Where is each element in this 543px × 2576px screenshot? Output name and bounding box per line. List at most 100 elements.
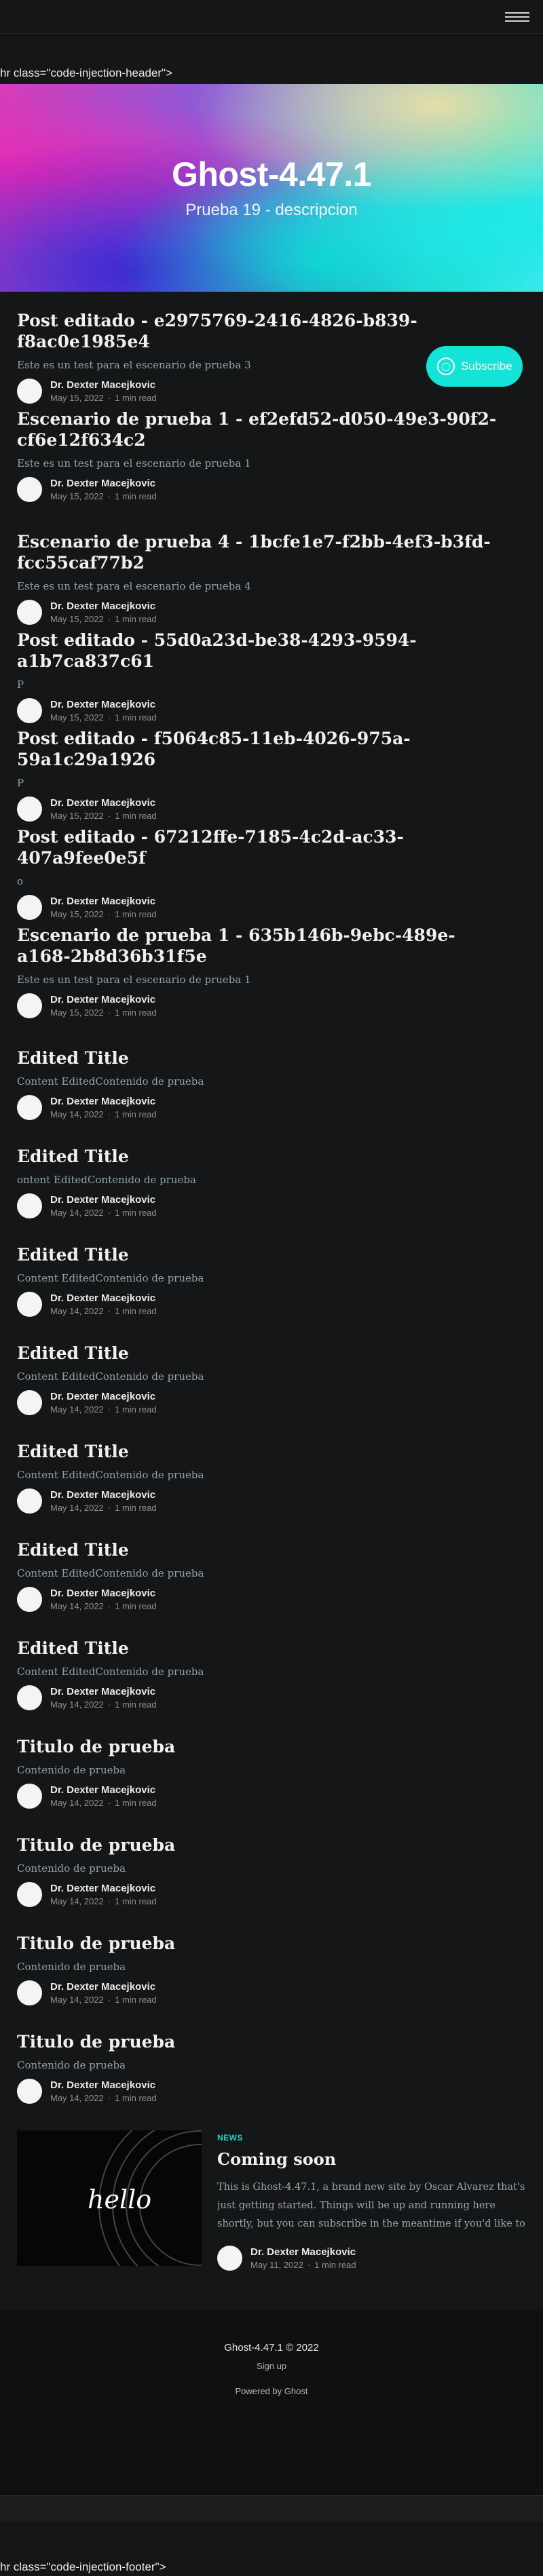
post-title[interactable]: Edited Title	[17, 1324, 499, 1364]
featured-image[interactable]: hello	[17, 2130, 202, 2266]
post-card[interactable]: Post editado - 55d0a23d-be38-4293-9594-a…	[17, 611, 499, 723]
author-avatar[interactable]	[17, 1193, 42, 1218]
post-card[interactable]: Escenario de prueba 4 - 1bcfe1e7-f2bb-4e…	[17, 513, 499, 625]
author-avatar[interactable]	[17, 2079, 42, 2104]
post-card[interactable]: Titulo de prueba Contenido de prueba Dr. D…	[17, 1915, 499, 2013]
featured-title[interactable]: Coming soon	[217, 2149, 526, 2169]
author-avatar[interactable]	[17, 1587, 42, 1612]
post-card[interactable]: Titulo de prueba Contenido de prueba Dr. D…	[17, 1816, 499, 1915]
post-card[interactable]: Edited Title Content EditedContenido de p…	[17, 1423, 499, 1521]
author-name[interactable]: Dr. Dexter Macejkovic	[250, 2246, 356, 2258]
footer-powered-by[interactable]: Powered by Ghost	[0, 2386, 543, 2396]
author-name[interactable]: Dr. Dexter Macejkovic	[50, 1883, 157, 1894]
author-name[interactable]: Dr. Dexter Macejkovic	[50, 994, 157, 1005]
post-excerpt: Este es un test para el escenario de pru…	[17, 457, 251, 469]
post-title[interactable]: Post editado - 67212ffe-7185-4c2d-ac33-4…	[17, 808, 499, 868]
author-avatar[interactable]	[17, 1095, 42, 1120]
author-name[interactable]: Dr. Dexter Macejkovic	[50, 1489, 157, 1501]
post-date: May 14, 2022	[50, 1601, 104, 1611]
post-title[interactable]: Escenario de prueba 1 - 635b146b-9ebc-48…	[17, 906, 499, 967]
post-title[interactable]: Escenario de prueba 4 - 1bcfe1e7-f2bb-4e…	[17, 513, 499, 573]
post-card[interactable]: Escenario de prueba 1 - 635b146b-9ebc-48…	[17, 906, 499, 1029]
author-name[interactable]: Dr. Dexter Macejkovic	[50, 1981, 157, 1993]
post-card[interactable]: Titulo de prueba Contenido de prueba Dr. D…	[17, 2013, 499, 2111]
post-title[interactable]: Edited Title	[17, 1619, 499, 1659]
post-card[interactable]: Post editado - e2975769-2416-4826-b839-f…	[17, 292, 499, 404]
author-name[interactable]: Dr. Dexter Macejkovic	[50, 1292, 157, 1304]
post-title[interactable]: Edited Title	[17, 1128, 499, 1167]
author-avatar[interactable]	[17, 1292, 42, 1317]
reading-time: 1 min read	[115, 1896, 157, 1906]
post-card[interactable]: Edited Title Content EditedContenido de p…	[17, 1226, 499, 1324]
reading-time: 1 min read	[115, 1109, 157, 1119]
post-meta: Dr. Dexter Macejkovic May 14, 2022 · 1 min …	[17, 1488, 499, 1514]
author-avatar[interactable]	[17, 1784, 42, 1809]
hamburger-menu-icon[interactable]	[505, 12, 529, 22]
post-date: May 14, 2022	[50, 1896, 104, 1906]
author-name[interactable]: Dr. Dexter Macejkovic	[50, 379, 157, 391]
post-meta: Dr. Dexter Macejkovic May 14, 2022 · 1 min …	[17, 1882, 499, 1907]
post-excerpt: Content EditedContenido de prueba	[17, 1469, 204, 1481]
author-name[interactable]: Dr. Dexter Macejkovic	[50, 1194, 157, 1206]
reading-time: 1 min read	[115, 1503, 157, 1513]
author-avatar[interactable]	[17, 1882, 42, 1907]
author-name[interactable]: Dr. Dexter Macejkovic	[50, 1588, 157, 1599]
post-title[interactable]: Post editado - 55d0a23d-be38-4293-9594-a…	[17, 611, 499, 672]
post-excerpt: Content EditedContenido de prueba	[17, 1567, 204, 1579]
post-title[interactable]: Escenario de prueba 1 - ef2efd52-d050-49…	[17, 390, 499, 450]
subscribe-label: Subscribe	[461, 360, 512, 372]
post-title[interactable]: Edited Title	[17, 1521, 499, 1560]
post-date: May 14, 2022	[50, 1699, 104, 1710]
reading-time: 1 min read	[115, 1995, 157, 2005]
author-avatar[interactable]	[17, 1390, 42, 1415]
post-excerpt: Content EditedContenido de prueba	[17, 1666, 204, 1678]
post-card[interactable]: Edited Title Content EditedContenido de p…	[17, 1521, 499, 1619]
author-avatar[interactable]	[17, 1980, 42, 2005]
subscribe-button[interactable]: ◯ Subscribe	[426, 346, 523, 387]
footer-signup-link[interactable]: Sign up	[0, 2361, 543, 2371]
author-name[interactable]: Dr. Dexter Macejkovic	[50, 478, 157, 489]
post-excerpt: Este es un test para el escenario de pru…	[17, 580, 251, 592]
author-name[interactable]: Dr. Dexter Macejkovic	[50, 1096, 157, 1107]
post-card[interactable]: Escenario de prueba 1 - ef2efd52-d050-49…	[17, 390, 499, 513]
post-card[interactable]: Titulo de prueba Contenido de prueba Dr. D…	[17, 1718, 499, 1816]
post-title[interactable]: Titulo de prueba	[17, 1718, 499, 1757]
post-title[interactable]: Titulo de prueba	[17, 2013, 499, 2052]
featured-post[interactable]: hello NEWS Coming soon This is Ghost-4.4…	[17, 2130, 526, 2271]
post-title[interactable]: Titulo de prueba	[17, 1816, 499, 1856]
author-name[interactable]: Dr. Dexter Macejkovic	[50, 1391, 157, 1402]
author-name[interactable]: Dr. Dexter Macejkovic	[50, 2079, 157, 2091]
post-title[interactable]: Edited Title	[17, 1423, 499, 1462]
author-avatar[interactable]	[17, 1488, 42, 1514]
author-avatar[interactable]	[17, 993, 42, 1018]
author-avatar[interactable]	[17, 1685, 42, 1710]
post-title[interactable]: Post editado - e2975769-2416-4826-b839-f…	[17, 292, 499, 352]
post-card[interactable]: Edited Title Content EditedContenido de p…	[17, 1324, 499, 1423]
author-avatar[interactable]	[17, 477, 42, 502]
post-title[interactable]: Titulo de prueba	[17, 1915, 499, 1954]
post-card[interactable]: Edited Title Content EditedContenido de p…	[17, 1029, 499, 1128]
post-title[interactable]: Post editado - f5064c85-11eb-4026-975a-5…	[17, 710, 499, 770]
post-meta: Dr. Dexter Macejkovic May 14, 2022 · 1 min …	[17, 1095, 499, 1120]
post-card[interactable]: Post editado - 67212ffe-7185-4c2d-ac33-4…	[17, 808, 499, 920]
post-date: May 14, 2022	[50, 1208, 104, 1218]
post-card[interactable]: Edited Title Content EditedContenido de p…	[17, 1619, 499, 1718]
post-tag[interactable]: NEWS	[217, 2133, 526, 2142]
author-name[interactable]: Dr. Dexter Macejkovic	[50, 797, 157, 809]
author-avatar[interactable]	[217, 2246, 242, 2271]
author-name[interactable]: Dr. Dexter Macejkovic	[50, 699, 157, 710]
post-meta: Dr. Dexter Macejkovic May 14, 2022 · 1 min …	[17, 1685, 499, 1710]
post-meta: Dr. Dexter Macejkovic May 14, 2022 · 1 min …	[17, 2079, 499, 2104]
post-excerpt: Este es un test para el escenario de pru…	[17, 974, 251, 986]
author-name[interactable]: Dr. Dexter Macejkovic	[50, 1784, 157, 1796]
author-name[interactable]: Dr. Dexter Macejkovic	[50, 896, 157, 907]
post-excerpt: Contenido de prueba	[17, 1862, 126, 1875]
author-name[interactable]: Dr. Dexter Macejkovic	[50, 600, 157, 612]
author-name[interactable]: Dr. Dexter Macejkovic	[50, 1686, 157, 1697]
post-meta: Dr. Dexter Macejkovic May 14, 2022 · 1 min …	[17, 1587, 499, 1612]
post-title[interactable]: Edited Title	[17, 1029, 499, 1069]
post-card[interactable]: Post editado - f5064c85-11eb-4026-975a-5…	[17, 710, 499, 822]
post-card[interactable]: Edited Title ontent EditedContenido de pr…	[17, 1128, 499, 1226]
post-title[interactable]: Edited Title	[17, 1226, 499, 1265]
hero-cover: Ghost-4.47.1 Prueba 19 - descripcion	[0, 84, 543, 292]
